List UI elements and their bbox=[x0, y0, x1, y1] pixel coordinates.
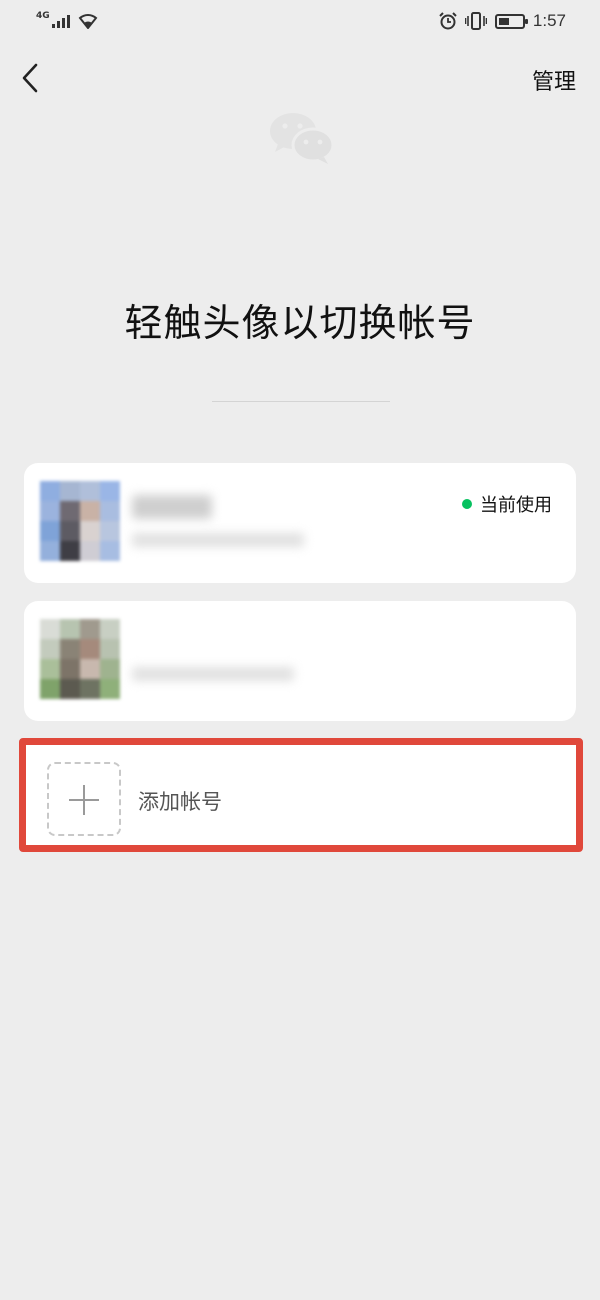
page-title: 轻触头像以切换帐号 bbox=[124, 301, 476, 345]
vibrate-icon bbox=[464, 12, 487, 30]
status-right: 1:57 bbox=[439, 11, 566, 31]
account-id-redacted bbox=[132, 533, 304, 547]
wechat-logo-icon bbox=[270, 113, 335, 164]
account-id-redacted bbox=[132, 667, 294, 681]
battery-level bbox=[498, 17, 509, 25]
add-account-button[interactable]: 添加帐号 bbox=[19, 738, 583, 852]
status-time: 1:57 bbox=[532, 11, 566, 30]
back-button[interactable] bbox=[16, 60, 50, 96]
account-card[interactable] bbox=[24, 601, 576, 721]
status-dot-icon bbox=[462, 499, 472, 509]
avatar[interactable] bbox=[40, 619, 120, 699]
current-badge: 当前使用 bbox=[462, 491, 552, 517]
divider bbox=[212, 401, 390, 402]
current-label: 当前使用 bbox=[480, 495, 552, 516]
alarm-icon bbox=[439, 12, 457, 30]
manage-button[interactable]: 管理 bbox=[532, 64, 576, 96]
signal-icon bbox=[51, 14, 70, 28]
account-card-current[interactable]: 当前使用 bbox=[24, 463, 576, 583]
avatar[interactable] bbox=[40, 481, 120, 561]
account-name-redacted bbox=[132, 495, 212, 519]
status-left: 4G bbox=[36, 11, 98, 29]
add-account-label: 添加帐号 bbox=[138, 790, 222, 814]
plus-icon bbox=[47, 762, 121, 836]
battery-icon bbox=[494, 13, 528, 29]
status-bar: 4G 1:57 bbox=[0, 0, 600, 42]
network-type: 4G bbox=[36, 11, 50, 21]
chevron-left-icon bbox=[22, 63, 38, 93]
wifi-icon bbox=[78, 14, 98, 29]
